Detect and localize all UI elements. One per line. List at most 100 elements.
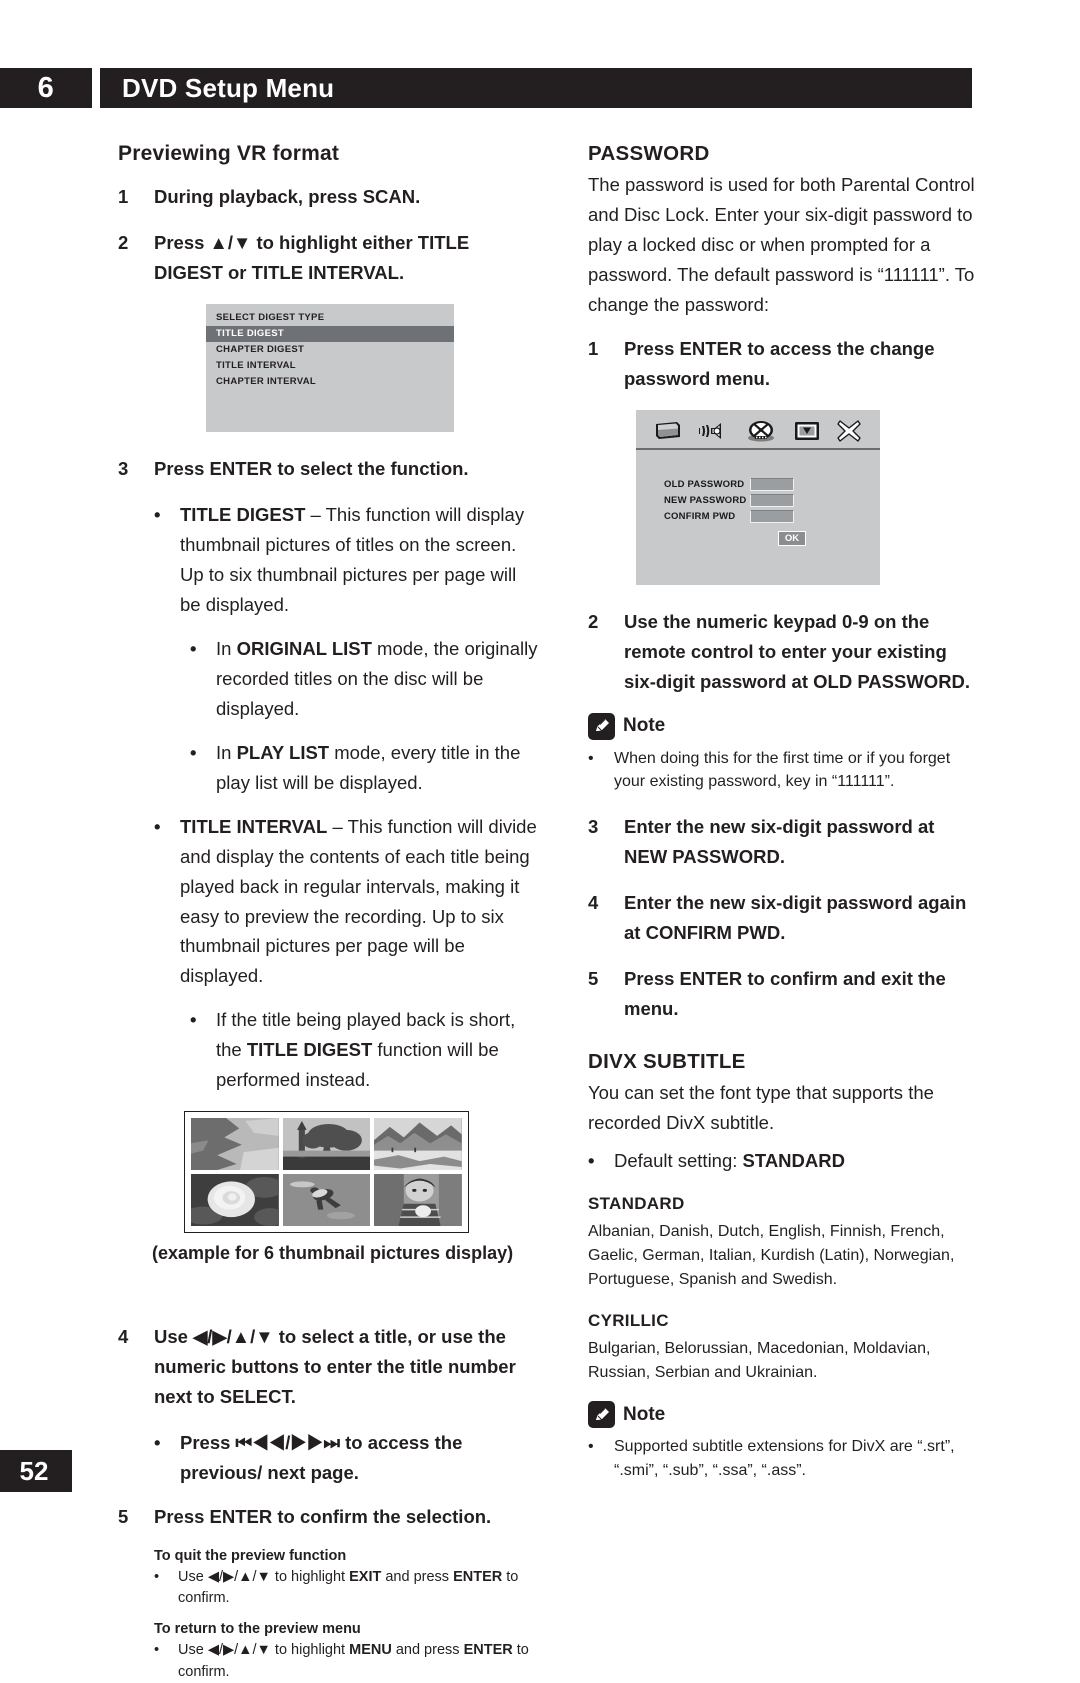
password-step-3-text: Enter the new six-digit password at NEW … [624,816,935,867]
ok-button[interactable]: OK [778,530,806,546]
password-intro: The password is used for both Parental C… [588,174,975,315]
exit-x-icon[interactable] [837,420,861,442]
bullet-dot: • [588,1438,594,1456]
bullet-title-interval-term: TITLE INTERVAL [180,815,328,837]
dialog-fields: OLD PASSWORD NEW PASSWORD CONFIRM PWD OK [636,450,880,546]
thumbnail-snowy-mountains [374,1118,462,1171]
osd-row-title: SELECT DIGEST TYPE [216,312,325,324]
bullet-dot: • [588,1149,595,1171]
step-4-number: 4 [118,1326,129,1348]
new-password-input[interactable] [750,493,794,507]
bullet-prev-next-page-text: Press ⏮◀◀/▶▶⏭ to access the previous/ ne… [180,1432,463,1484]
thumbnail-coastline-aerial [191,1118,279,1171]
password-step-1: 1 Press ENTER to access the change passw… [588,334,980,394]
bullet-play-list-term: PLAY LIST [236,741,330,763]
password-step-3: 3 Enter the new six-digit password at NE… [588,812,980,872]
step-1: 1 During playback, press SCAN. [118,182,538,212]
quit-bullet-exit: EXIT [349,1569,382,1586]
cyrillic-heading: CYRILLIC [588,1310,669,1330]
note-2-header: Note [588,1401,980,1429]
cyrillic-languages: Bulgarian, Belorussian, Macedonian, Mold… [588,1339,931,1381]
thumbnail-child-eating [374,1174,462,1227]
note-1-title: Note [623,715,666,737]
step-1-text: During playback, press SCAN. [154,186,421,207]
quit-bullet-mid: and press [381,1569,454,1586]
step-2: 2 Press ▲/▼ to highlight either TITLE DI… [118,228,538,288]
confirm-password-input[interactable] [750,509,794,523]
bullet-dot: • [190,741,197,763]
bullet-dot: • [154,1642,160,1659]
select-digest-type-menu: SELECT DIGEST TYPE TITLE DIGEST CHAPTER … [206,303,454,432]
audio-speaker-icon[interactable] [698,421,728,441]
pencil-note-icon [588,1401,615,1429]
note-1-text: When doing this for the first time or if… [614,749,951,791]
new-password-label: NEW PASSWORD [664,494,747,506]
quit-preview-heading: To quit the preview function [154,1548,347,1565]
preferences-icon[interactable] [794,421,820,441]
step-3-text: Press ENTER to select the function. [154,457,469,479]
password-step-2-number: 2 [588,610,599,632]
note-1-bullet: • When doing this for the first time or … [588,747,980,794]
step-5: 5 Press ENTER to confirm the selection. [118,1502,538,1532]
bullet-dot: • [190,637,197,659]
step-3: 3 Press ENTER to select the function. [118,454,538,484]
note-1-header: Note [588,712,980,740]
pencil-note-icon [588,712,615,740]
bullet-title-digest: • TITLE DIGEST – This function will disp… [154,500,538,620]
password-step-4-text: Enter the new six-digit password again a… [624,891,967,943]
bullet-dot: • [154,1432,161,1454]
quit-bullet-enter: ENTER [453,1569,503,1586]
page-title: DVD Setup Menu [100,68,972,108]
new-password-row: NEW PASSWORD [664,493,880,507]
divx-default-bullet: • Default setting: STANDARD [588,1146,980,1176]
right-column: PASSWORD The password is used for both P… [588,142,980,1483]
bullet-original-list-pre: In [216,637,237,659]
bullet-original-list-term: ORIGINAL LIST [236,637,372,659]
bullet-original-list: • In ORIGINAL LIST mode, the originally … [190,634,538,724]
divx-intro: You can set the font type that supports … [588,1081,934,1133]
bullet-dot: • [190,1009,197,1031]
bullet-dot: • [154,1569,160,1586]
note-2-title: Note [623,1403,666,1425]
osd-row-title-interval[interactable]: TITLE INTERVAL [206,358,454,374]
bullet-prev-next-page: • Press ⏮◀◀/▶▶⏭ to access the previous/ … [154,1428,538,1488]
step-5-text: Press ENTER to confirm the selection. [154,1506,492,1528]
osd-row-chapter-digest[interactable]: CHAPTER DIGEST [206,342,454,358]
old-password-row: OLD PASSWORD [664,477,880,491]
old-password-label: OLD PASSWORD [664,478,745,490]
return-preview-heading: To return to the preview menu [154,1621,361,1638]
bullet-title-interval-text: – This function will divide and display … [180,815,537,987]
step-2-text: Press ▲/▼ to highlight either TITLE DIGE… [154,231,470,283]
divx-default-value: STANDARD [742,1149,845,1171]
subheading-previewing-vr: Previewing VR format [118,142,340,165]
bullet-short-title: • If the title being played back is shor… [190,1005,538,1095]
old-password-input[interactable] [750,477,794,491]
return-bullet-menu: MENU [349,1642,392,1659]
osd-row-title-digest[interactable]: TITLE DIGEST [206,325,454,342]
bullet-title-digest-term: TITLE DIGEST [180,503,306,525]
display-icon[interactable] [655,421,681,441]
return-bullet-mid: and press [391,1642,464,1659]
password-step-2-text: Use the numeric keypad 0-9 on the remote… [624,610,971,692]
thumbnail-caption: (example for 6 thumbnail pictures displa… [152,1243,514,1264]
bullet-dot: • [588,749,594,767]
step-1-number: 1 [118,186,129,207]
step-5-number: 5 [118,1506,129,1528]
header-gap [92,68,100,108]
note-2-bullet: • Supported subtitle extensions for DivX… [588,1435,980,1482]
six-thumbnail-example [184,1111,469,1234]
quit-bullet-pre: Use ◀/▶/▲/▼ to highlight [178,1569,350,1586]
standard-languages: Albanian, Danish, Dutch, English, Finnis… [588,1222,955,1289]
bullet-dot: • [154,503,161,525]
dialog-icon-bar [636,410,880,450]
disc-film-icon[interactable] [746,420,776,442]
step-4: 4 Use ◀/▶/▲/▼ to select a title, or use … [118,1322,538,1412]
dialog-ok-wrap: OK [778,530,880,546]
bullet-title-interval: • TITLE INTERVAL – This function will di… [154,812,538,992]
password-step-4: 4 Enter the new six-digit password again… [588,888,980,948]
osd-row-chapter-interval[interactable]: CHAPTER INTERVAL [206,374,454,390]
return-bullet-enter: ENTER [463,1642,513,1659]
password-step-5-number: 5 [588,967,599,989]
password-step-2: 2 Use the numeric keypad 0-9 on the remo… [588,607,980,697]
chapter-number-box: 6 [0,68,92,108]
